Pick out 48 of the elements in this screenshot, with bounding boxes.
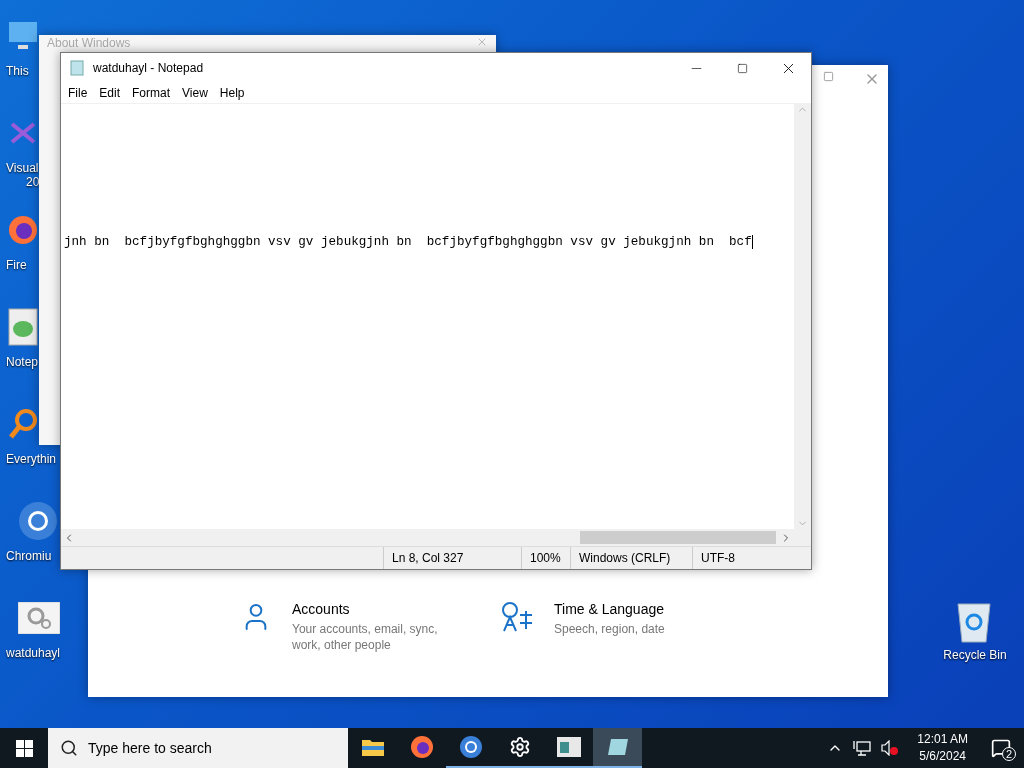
network-icon[interactable] [853,740,872,756]
settings-category-title[interactable]: Time & Language [554,601,704,617]
window-title: About Windows [47,36,131,50]
window-app-icon[interactable] [556,737,581,757]
desktop-icon-label[interactable]: Chromiu [4,549,52,563]
menu-item[interactable]: View [176,86,214,100]
search-field[interactable]: Type here to search [48,728,348,768]
desktop-icon-label[interactable]: Notep [4,355,39,369]
chromium-icon [18,501,58,541]
settings-category-description: Your accounts, email, sync, work, other people [292,621,439,653]
windows-logo-icon[interactable] [15,739,33,757]
muted-speaker-icon[interactable] [881,740,900,756]
maximize-icon[interactable] [736,62,748,74]
status-field: Windows (CRLF) [570,547,692,569]
menu-item[interactable]: Format [126,86,177,100]
gears-icon [18,602,60,634]
status-field: 100% [521,547,570,569]
window-title: watduhayl - Notepad [93,61,205,75]
fox-globe-icon [6,213,40,247]
notepad-icon[interactable] [605,737,630,757]
menu-item[interactable]: Edit [93,86,127,100]
folder-icon[interactable] [360,737,385,757]
desktop-icon-label[interactable]: This [4,64,29,78]
language-clock-icon [500,601,534,633]
desktop-icon-label[interactable]: Visual [4,161,39,175]
desktop-icon-label[interactable]: Recycle Bin [941,648,1007,662]
fox-globe-icon[interactable] [409,735,434,759]
clock-date[interactable]: 5/6/2024 [919,748,966,765]
notepad-icon [69,60,85,76]
magnifier-icon [6,407,40,441]
settings-category-description: Speech, region, date [554,621,666,637]
recycle-bin-icon [954,600,994,644]
clock-time[interactable]: 12:01 AM [917,731,968,748]
text-line: jnh bn bcfjbyfgfbghghggbn vsv gv jebukgjnh bn bcfjbyfgfbghghggbn vsv gv jebukgjnh bn bcf [64,235,753,249]
menu-item[interactable]: Help [213,86,251,100]
desktop-icon-label[interactable]: Fire [4,258,27,272]
status-field: Ln 8, Col 327 [383,547,521,569]
settings-icon[interactable] [508,736,531,758]
desktop-icon-label[interactable]: 20 [4,175,40,189]
chromium-icon[interactable] [458,735,483,759]
settings-category-title[interactable]: Accounts [292,601,442,617]
scrollbar-thumb[interactable] [580,531,776,544]
search-icon [60,739,78,757]
notification-button[interactable]: 2 [986,733,1016,763]
desktop-icon-label[interactable]: watduhayl [4,646,61,660]
desktop-icon-label[interactable]: Everythin [4,452,57,466]
status-field: UTF-8 [692,547,811,569]
menu-item[interactable]: File [62,86,94,100]
